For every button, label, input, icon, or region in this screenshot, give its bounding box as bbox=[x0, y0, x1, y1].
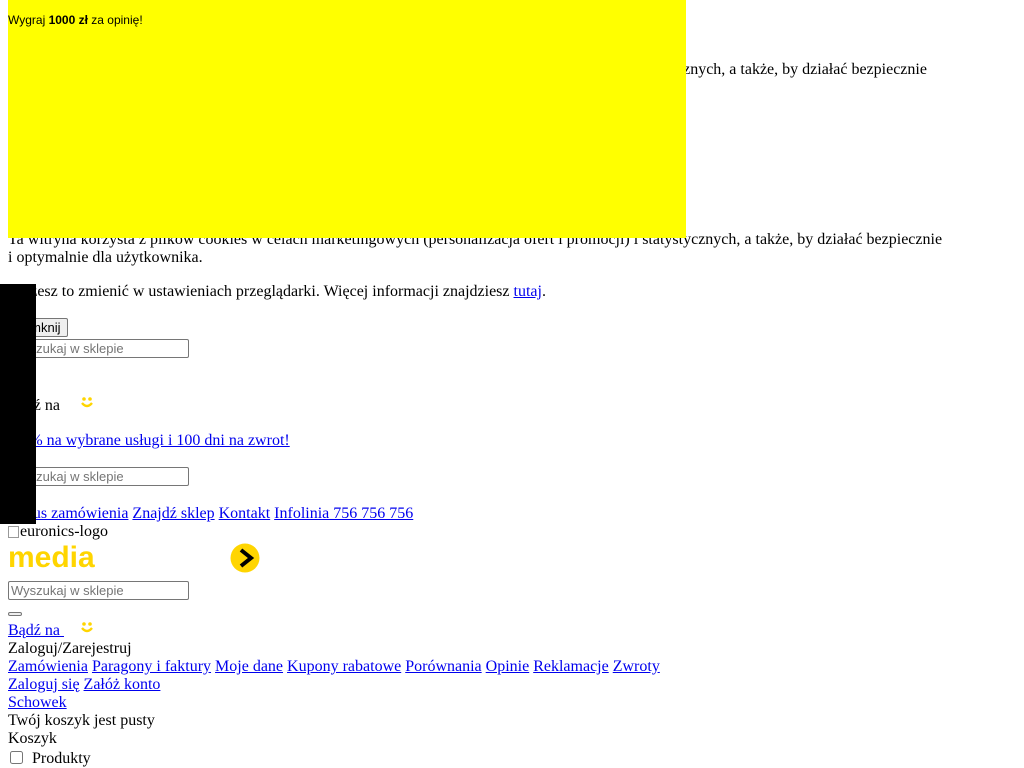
account-links: Zamówienia Paragony i faktury Moje dane … bbox=[8, 658, 660, 676]
promo-link[interactable]: -10% na wybrane usługi i 100 dni na zwro… bbox=[8, 432, 290, 450]
wishlist-link[interactable]: Schowek bbox=[8, 694, 67, 712]
hotline-link[interactable]: Infolinia 756 756 756 bbox=[274, 505, 413, 522]
cart-label[interactable]: Koszyk bbox=[8, 730, 57, 748]
cookie-settings-text: Możesz to zmienić w ustawieniach przeglą… bbox=[8, 283, 546, 300]
cookie-more-link[interactable]: tutaj bbox=[514, 283, 542, 300]
svg-text:media: media bbox=[8, 543, 95, 571]
search-submit-button[interactable] bbox=[8, 612, 22, 616]
login-register-label[interactable]: Zaloguj/Zarejestruj bbox=[8, 640, 132, 658]
coupons-link[interactable]: Kupony rabatowe bbox=[287, 658, 401, 675]
media-logo[interactable]: media bbox=[8, 543, 114, 571]
returns-link[interactable]: Zwroty bbox=[613, 658, 660, 675]
euronics-logo[interactable]: euronics-logo bbox=[8, 523, 108, 541]
auth-links: Zaloguj się Załóż konto bbox=[8, 676, 160, 694]
top-links: Status zamówienia Znajdź sklep Kontakt I… bbox=[8, 505, 413, 523]
find-store-link[interactable]: Znajdź sklep bbox=[132, 505, 214, 522]
login-link[interactable]: Zaloguj się bbox=[8, 676, 80, 693]
promo-banner[interactable]: Wygraj 1000 zł za opinię! bbox=[8, 0, 686, 238]
search-input-header[interactable] bbox=[8, 581, 189, 600]
my-data-link[interactable]: Moje dane bbox=[215, 658, 283, 675]
products-checkbox[interactable] bbox=[10, 751, 23, 764]
cart-empty-text: Twój koszyk jest pusty bbox=[8, 712, 155, 729]
create-account-link[interactable]: Załóż konto bbox=[84, 676, 161, 693]
play-icon[interactable] bbox=[230, 543, 260, 573]
comparisons-link[interactable]: Porównania bbox=[405, 658, 481, 675]
promo-banner-text: Wygraj 1000 zł za opinię! bbox=[8, 13, 143, 27]
receipts-link[interactable]: Paragony i faktury bbox=[92, 658, 211, 675]
contact-link[interactable]: Kontakt bbox=[219, 505, 271, 522]
broken-image-icon bbox=[8, 526, 19, 539]
products-label: Produkty bbox=[32, 750, 91, 767]
orders-link[interactable]: Zamówienia bbox=[8, 658, 88, 675]
be-on-link[interactable]: Bądź na bbox=[8, 622, 94, 640]
feedback-side-tab[interactable] bbox=[0, 284, 36, 524]
reviews-link[interactable]: Opinie bbox=[486, 658, 530, 675]
complaints-link[interactable]: Reklamacje bbox=[533, 658, 609, 675]
smile-icon bbox=[81, 622, 93, 633]
smile-icon bbox=[81, 397, 93, 408]
